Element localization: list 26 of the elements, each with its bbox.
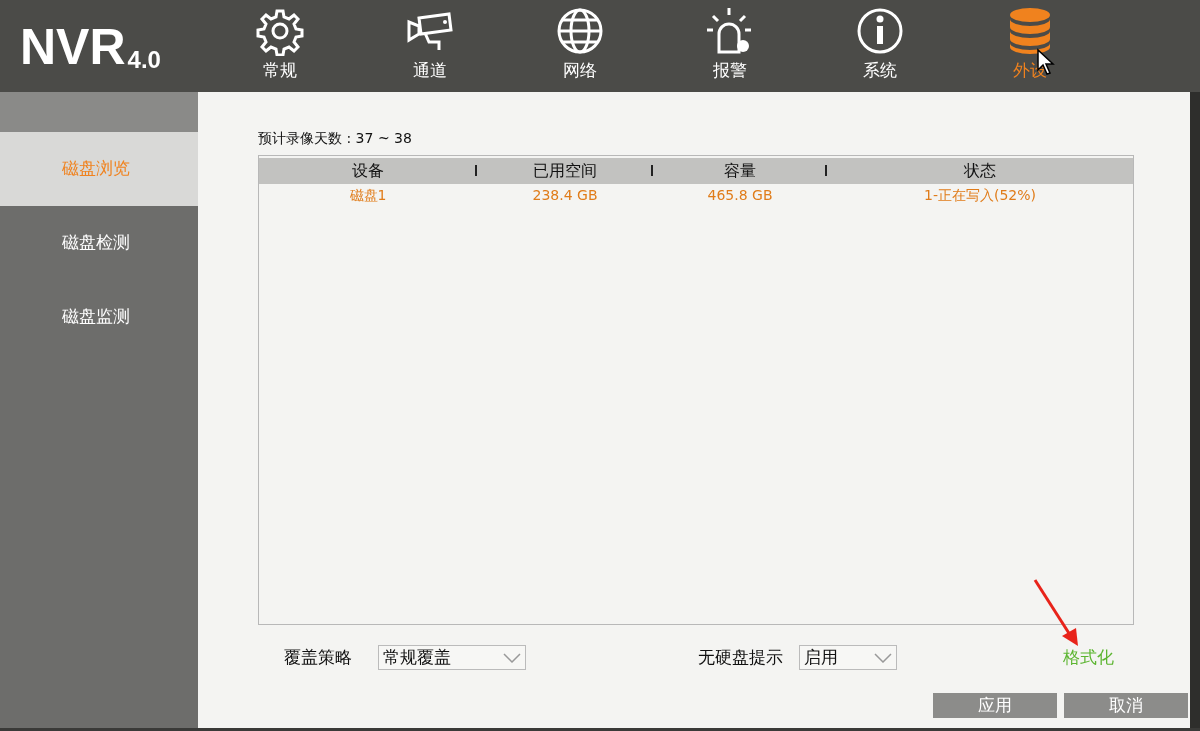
chevron-down-icon	[503, 652, 521, 663]
column-header: 容量	[653, 158, 827, 184]
logo-text: NVR	[20, 22, 126, 72]
info-icon	[855, 6, 905, 56]
nav-tab[interactable]: 通道	[355, 0, 505, 92]
version-text: 4.0	[127, 48, 161, 72]
nav-tab[interactable]: 报警	[655, 0, 805, 92]
nav-tab[interactable]: 常规	[205, 0, 355, 92]
field-label: 覆盖策略	[284, 646, 352, 669]
field-label: 无硬盘提示	[698, 646, 783, 669]
column-header: 状态	[963, 160, 997, 182]
table-cell-text: 465.8 GB	[706, 186, 774, 205]
column-header: 已用空间	[477, 158, 653, 184]
table-cell-text: 238.4 GB	[531, 186, 599, 205]
nav-tab[interactable]: 系统	[805, 0, 955, 92]
chevron-down-icon	[874, 652, 892, 663]
table-cell-text: 1-正在写入(52%)	[923, 186, 1037, 205]
dropdown[interactable]: 启用	[799, 645, 897, 671]
table-cell-text: 磁盘1	[348, 186, 388, 205]
estimate-label: 预计录像天数 : 37 ~ 38	[258, 129, 413, 148]
dropdown[interactable]: 常规覆盖	[378, 645, 526, 671]
sidebar-item[interactable]: 磁盘检测	[0, 206, 198, 280]
column-header: 设备	[259, 158, 477, 184]
nav-tab[interactable]: 网络	[505, 0, 655, 92]
globe-icon	[555, 6, 605, 56]
sidebar-item[interactable]: 磁盘监测	[0, 280, 198, 354]
